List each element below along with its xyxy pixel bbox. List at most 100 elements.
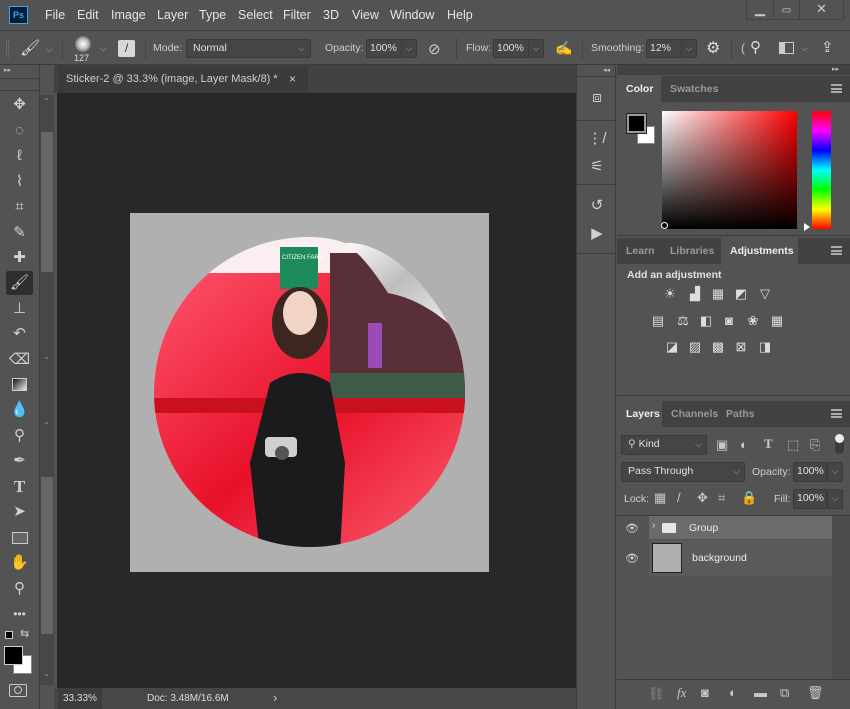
flow-input[interactable]: 100% xyxy=(493,39,529,58)
photo-filter-icon[interactable]: ◙ xyxy=(721,314,737,328)
fx-icon[interactable]: fx xyxy=(677,685,686,701)
brush-settings-panel-icon[interactable]: ⋮/ xyxy=(585,128,609,150)
quick-mask-icon[interactable] xyxy=(9,684,27,697)
black-white-icon[interactable]: ◧ xyxy=(698,314,714,328)
type-tool-icon[interactable]: T xyxy=(6,475,33,499)
lock-artboard-icon[interactable]: ⌗ xyxy=(718,490,725,506)
menu-view[interactable]: View xyxy=(352,8,379,22)
flow-dropdown[interactable]: ⌵ xyxy=(528,39,544,58)
brush-angle[interactable]: ( xyxy=(741,41,745,55)
layer-row-background[interactable]: 👁 background xyxy=(617,540,832,576)
expand-panel-icon[interactable]: ▸▸ xyxy=(4,66,11,74)
lock-image-pixels-icon[interactable]: / xyxy=(677,490,681,505)
3d-panel-icon[interactable]: ⧈ xyxy=(585,87,609,109)
brush-tool-icon[interactable]: 🖌 xyxy=(6,271,33,295)
eyedropper-tool-icon[interactable]: ✎ xyxy=(6,221,33,245)
panel-menu-icon[interactable] xyxy=(831,246,842,255)
gradient-map-icon[interactable]: ◨ xyxy=(757,340,773,354)
link-layers-icon[interactable]: ⛓ xyxy=(648,686,665,702)
lock-position-icon[interactable]: ✥ xyxy=(697,490,708,506)
hue-slider-handle[interactable] xyxy=(804,223,810,231)
menu-image[interactable]: Image xyxy=(111,8,146,22)
color-balance-icon[interactable]: ⚖ xyxy=(675,314,691,328)
menu-file[interactable]: File xyxy=(45,8,65,22)
workspace-icon[interactable] xyxy=(779,42,794,54)
move-tool-icon[interactable]: ✥ xyxy=(6,93,33,117)
panel-menu-icon[interactable] xyxy=(831,84,842,93)
filter-adjustment-icon[interactable]: ◐ xyxy=(740,437,748,452)
invert-icon[interactable]: ◪ xyxy=(664,340,680,354)
filter-smart-object-icon[interactable]: ⎘ xyxy=(810,437,820,453)
pen-tool-icon[interactable]: ✒ xyxy=(6,449,33,473)
scrollbar-thumb[interactable] xyxy=(41,132,53,272)
smoothing-settings-gear-icon[interactable]: ⚙ xyxy=(706,38,720,58)
actions-panel-play-icon[interactable]: ▶ xyxy=(585,223,609,245)
chevron-down-icon[interactable]: ⌵ xyxy=(46,44,53,55)
layers-scrollbar[interactable] xyxy=(832,516,850,679)
toolbar-grip[interactable] xyxy=(0,78,40,91)
history-brush-tool-icon[interactable]: ↶ xyxy=(6,322,33,346)
visibility-eye-icon[interactable]: 👁 xyxy=(625,552,639,565)
menu-edit[interactable]: Edit xyxy=(77,8,99,22)
channel-mixer-icon[interactable]: ❀ xyxy=(745,314,761,328)
brush-presets-panel-icon[interactable]: ⚟ xyxy=(585,156,609,178)
fill-input[interactable]: 100% xyxy=(793,489,827,509)
hue-slider[interactable] xyxy=(812,111,831,229)
filter-type-icon[interactable]: T xyxy=(764,436,773,452)
vibrance-icon[interactable]: ▽ xyxy=(757,287,773,301)
new-adjustment-layer-icon[interactable]: ◐ xyxy=(729,685,737,700)
clone-stamp-tool-icon[interactable]: ⊥ xyxy=(6,297,33,321)
scrollbar-thumb[interactable] xyxy=(41,477,53,634)
rectangle-tool-icon[interactable] xyxy=(6,526,33,550)
lock-transparent-pixels-icon[interactable]: ▦ xyxy=(654,490,666,506)
menu-3d[interactable]: 3D xyxy=(323,8,339,22)
menu-type[interactable]: Type xyxy=(199,8,226,22)
menu-select[interactable]: Select xyxy=(238,8,273,22)
opacity-dropdown[interactable]: ⌵ xyxy=(401,39,417,58)
menu-layer[interactable]: Layer xyxy=(157,8,188,22)
delete-layer-trash-icon[interactable]: 🗑 xyxy=(807,685,824,701)
status-menu-arrow[interactable]: › xyxy=(273,690,277,705)
visibility-eye-icon[interactable]: 👁 xyxy=(625,522,639,535)
curves-icon[interactable]: ▦ xyxy=(710,287,726,301)
collapse-dock-icon[interactable]: ◂◂ xyxy=(603,66,610,74)
tab-adjustments[interactable]: Adjustments xyxy=(721,238,798,264)
minimize-button[interactable]: ▁ xyxy=(746,0,773,20)
blend-mode-select[interactable]: Pass Through ⌵ xyxy=(621,462,745,482)
fill-dropdown[interactable]: ⌵ xyxy=(827,489,843,509)
tab-paths[interactable]: Paths xyxy=(717,401,770,427)
menu-help[interactable]: Help xyxy=(447,8,473,22)
dodge-tool-icon[interactable]: ⚲ xyxy=(6,424,33,448)
foreground-color-swatch[interactable] xyxy=(4,646,23,665)
filter-toggle[interactable] xyxy=(835,434,844,454)
zoom-level[interactable]: 33.33% xyxy=(63,693,97,704)
opacity-input[interactable]: 100% xyxy=(366,39,402,58)
exposure-icon[interactable]: ◩ xyxy=(733,287,749,301)
add-mask-icon[interactable]: ◙ xyxy=(701,685,709,700)
swap-colors-icon[interactable]: ⇆ xyxy=(20,627,29,640)
share-icon[interactable]: ⇪ xyxy=(821,38,834,56)
layer-name[interactable]: Group xyxy=(689,522,718,534)
new-group-folder-icon[interactable]: ▬ xyxy=(754,685,767,700)
history-panel-icon[interactable]: ↺ xyxy=(585,195,609,217)
mode-select[interactable]: Normal ⌵ xyxy=(186,39,311,58)
gradient-tool-icon[interactable] xyxy=(6,373,33,397)
filter-shape-icon[interactable]: ⬚ xyxy=(787,437,799,453)
selective-color-icon[interactable]: ⊠ xyxy=(733,340,749,354)
chevron-down-icon[interactable]: ⌄ xyxy=(43,669,50,678)
hue-saturation-icon[interactable]: ▤ xyxy=(650,314,666,328)
lock-all-icon[interactable]: 🔒 xyxy=(741,490,757,506)
expand-panels-icon[interactable]: ▸▸ xyxy=(832,65,839,73)
menu-window[interactable]: Window xyxy=(390,8,434,22)
blur-tool-icon[interactable]: 💧 xyxy=(6,398,33,422)
tab-learn[interactable]: Learn xyxy=(617,238,661,264)
brush-panel-toggle-icon[interactable]: / xyxy=(118,40,135,57)
airbrush-icon[interactable]: ✍ xyxy=(555,40,572,57)
pressure-opacity-icon[interactable]: ⊘ xyxy=(428,40,441,58)
marquee-tool-icon[interactable]: ◌ xyxy=(6,119,33,143)
grip-handle[interactable] xyxy=(6,40,9,58)
smoothing-dropdown[interactable]: ⌵ xyxy=(681,39,697,58)
chevron-down-icon[interactable]: ⌄ xyxy=(43,352,50,361)
brush-tool-preset-icon[interactable]: 🖌 xyxy=(20,38,40,58)
lasso-tool-icon[interactable]: ℓ xyxy=(6,144,33,168)
